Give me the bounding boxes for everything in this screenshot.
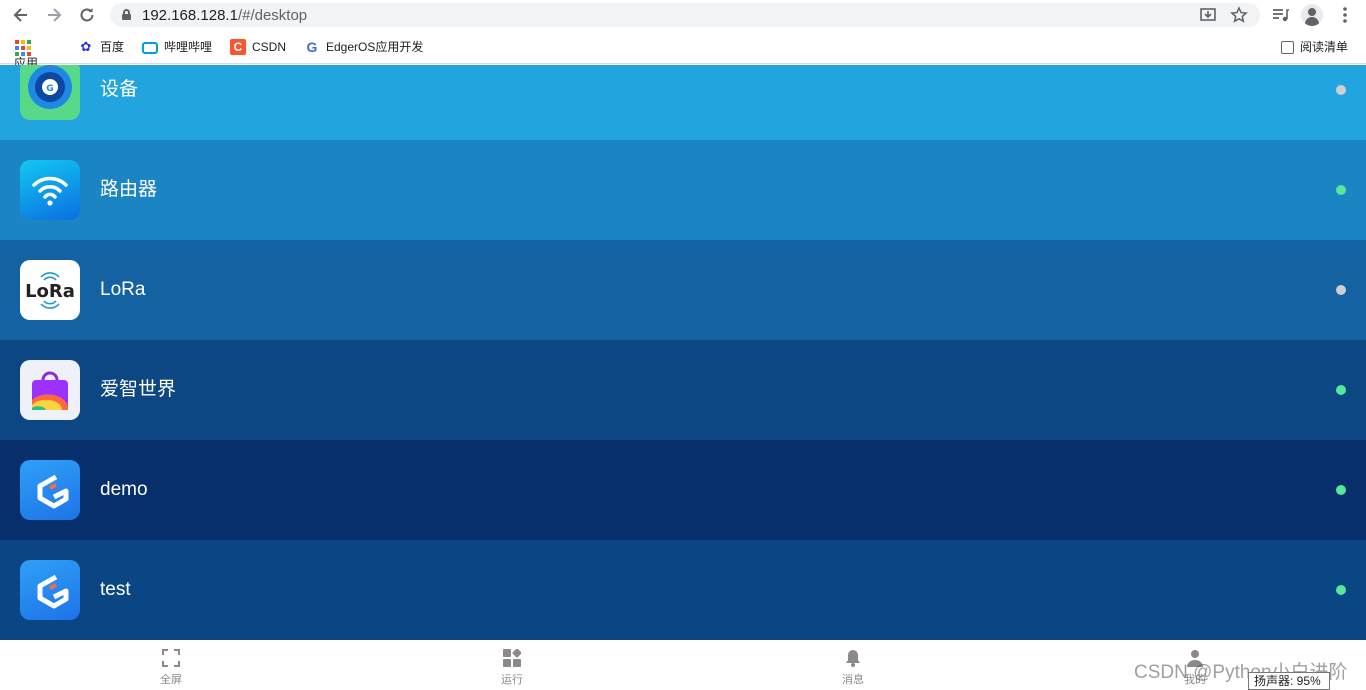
bookmarks-bar: 应用 ✿ 百度 哔哩哔哩 C CSDN G EdgerOS应用开发 阅读清单 bbox=[0, 30, 1366, 70]
reading-list-label: 阅读清单 bbox=[1300, 40, 1349, 54]
bookmark-baidu[interactable]: ✿ 百度 bbox=[78, 39, 124, 55]
tab-messages[interactable]: 消息 bbox=[823, 641, 883, 690]
tab-label: 消息 bbox=[842, 674, 864, 686]
bookmark-label: 哔哩哔哩 bbox=[164, 40, 213, 54]
arrow-right-icon[interactable] bbox=[44, 5, 64, 25]
app-list: G 设备 路由器 LoRa LoRa 爱智世界 demo test bbox=[0, 65, 1366, 641]
bookmark-csdn[interactable]: C CSDN bbox=[230, 39, 286, 55]
browser-toolbar: 192.168.128.1/#/desktop bbox=[0, 0, 1366, 30]
reload-icon[interactable] bbox=[77, 5, 97, 25]
url-text: 192.168.128.1/#/desktop bbox=[142, 7, 308, 24]
reading-list-icon bbox=[1281, 41, 1294, 54]
status-dot bbox=[1336, 285, 1346, 295]
bookmark-apps[interactable]: 应用 bbox=[14, 39, 38, 70]
svg-text:G: G bbox=[46, 84, 53, 94]
reading-list-button[interactable]: 阅读清单 bbox=[1281, 39, 1348, 55]
address-bar[interactable]: 192.168.128.1/#/desktop bbox=[110, 3, 1260, 27]
lora-icon: LoRa bbox=[20, 260, 80, 320]
install-app-icon[interactable] bbox=[1199, 6, 1217, 24]
app-row-test[interactable]: test bbox=[0, 540, 1366, 640]
tab-running[interactable]: 运行 bbox=[482, 641, 542, 690]
svg-text:LoRa: LoRa bbox=[25, 281, 75, 302]
baidu-paw-icon: ✿ bbox=[80, 39, 92, 54]
bilibili-tv-icon bbox=[142, 42, 158, 54]
bookmark-label: EdgerOS应用开发 bbox=[326, 40, 424, 54]
status-dot bbox=[1336, 385, 1346, 395]
store-bag-icon bbox=[20, 360, 80, 420]
bookmark-label: CSDN bbox=[252, 40, 287, 54]
running-apps-icon bbox=[503, 648, 522, 667]
app-row-device[interactable]: G 设备 bbox=[0, 65, 1366, 140]
status-dot bbox=[1336, 185, 1346, 195]
app-label: 路由器 bbox=[100, 179, 158, 200]
star-icon[interactable] bbox=[1230, 6, 1248, 24]
app-row-lora[interactable]: LoRa LoRa bbox=[0, 240, 1366, 340]
app-label: 爱智世界 bbox=[100, 379, 177, 400]
app-label: 设备 bbox=[100, 79, 139, 100]
app-label: LoRa bbox=[100, 279, 146, 300]
bookmark-label: 百度 bbox=[100, 40, 125, 54]
app-label: demo bbox=[100, 479, 148, 500]
media-controls-icon[interactable] bbox=[1270, 5, 1290, 25]
tab-label: 运行 bbox=[501, 674, 523, 686]
fullscreen-icon bbox=[162, 649, 180, 667]
status-dot bbox=[1336, 485, 1346, 495]
profile-icon[interactable] bbox=[1301, 4, 1323, 26]
app-row-demo[interactable]: demo bbox=[0, 440, 1366, 540]
apps-grid-icon bbox=[14, 39, 31, 56]
edgeros-icon: G bbox=[306, 39, 318, 55]
edgeros-app-icon bbox=[20, 460, 80, 520]
edgeros-app-icon bbox=[20, 560, 80, 620]
tab-label: 全屏 bbox=[160, 674, 182, 686]
app-label: test bbox=[100, 579, 131, 600]
arrow-left-icon[interactable] bbox=[11, 5, 31, 25]
app-row-aizhi-world[interactable]: 爱智世界 bbox=[0, 340, 1366, 440]
status-dot bbox=[1336, 585, 1346, 595]
lock-icon bbox=[122, 9, 131, 20]
kebab-menu-icon[interactable] bbox=[1335, 5, 1355, 25]
bookmark-edgeros[interactable]: G EdgerOS应用开发 bbox=[304, 39, 424, 55]
bell-icon bbox=[844, 649, 862, 667]
device-icon: G bbox=[20, 65, 80, 120]
tab-fullscreen[interactable]: 全屏 bbox=[141, 641, 201, 690]
wifi-router-icon bbox=[20, 160, 80, 220]
csdn-icon: C bbox=[230, 39, 246, 55]
speaker-volume-tooltip: 扬声器: 95% bbox=[1248, 672, 1330, 690]
status-dot bbox=[1336, 85, 1346, 95]
app-row-router[interactable]: 路由器 bbox=[0, 140, 1366, 240]
bookmark-bilibili[interactable]: 哔哩哔哩 bbox=[142, 39, 212, 55]
